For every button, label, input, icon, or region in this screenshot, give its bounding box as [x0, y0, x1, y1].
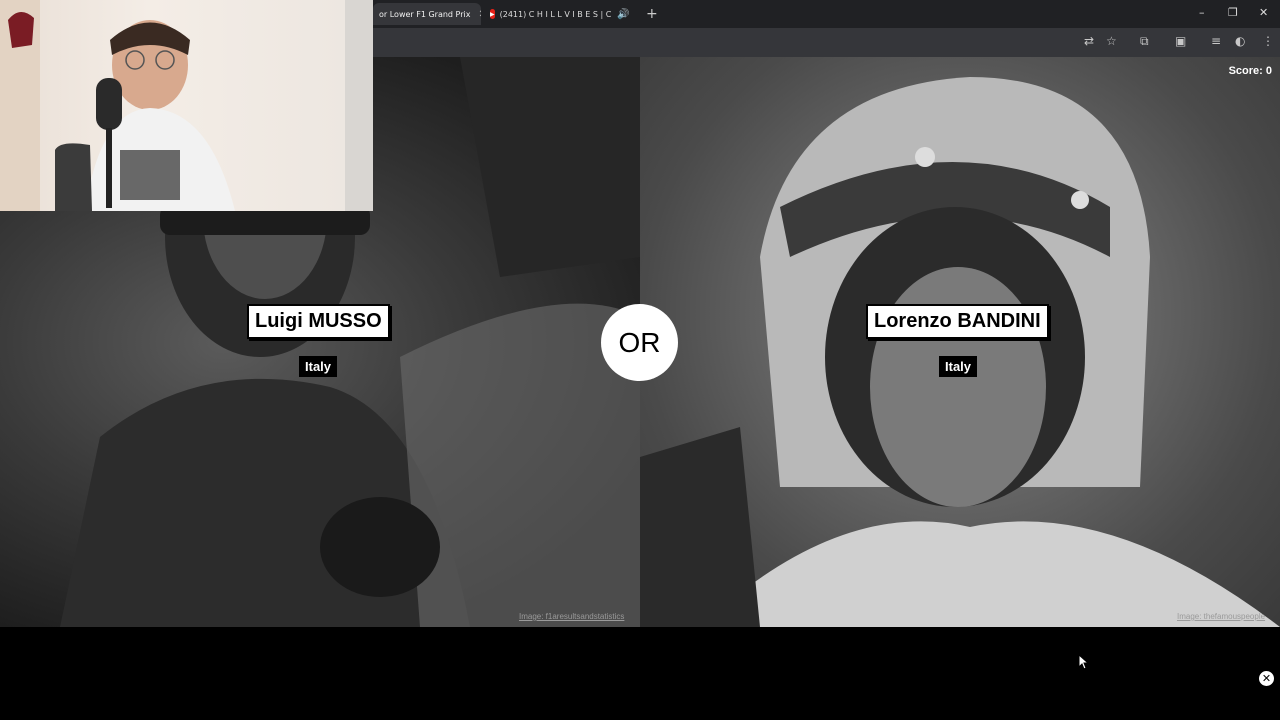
mouse-cursor-icon — [1078, 654, 1088, 670]
minimize-button[interactable]: – — [1199, 6, 1205, 19]
tab-close-icon[interactable]: ✕ — [478, 9, 481, 20]
speaker-icon[interactable]: 🔊 — [617, 9, 629, 20]
right-driver-country: Italy — [939, 356, 978, 377]
tab-chillvibes[interactable]: ▶ (2411) C H I L L V I B E S | C 🔊 ✕ — [484, 3, 639, 25]
right-driver-name: Lorenzo BANDINI — [866, 304, 1049, 339]
webcam-overlay — [0, 0, 373, 211]
right-driver-card[interactable]: Lorenzo BANDINI Italy Image: thefamouspe… — [640, 57, 1280, 627]
tab-close-icon[interactable]: ✕ — [638, 9, 639, 20]
left-image-credit[interactable]: Image: f1aresultsandstatistics — [519, 612, 624, 621]
media-control-icon[interactable]: ▣ — [1175, 34, 1186, 48]
or-badge: OR — [601, 304, 678, 381]
right-driver-photo — [640, 77, 1280, 627]
reading-list-icon[interactable]: ≡ — [1211, 34, 1221, 48]
close-window-button[interactable]: ✕ — [1259, 6, 1268, 19]
translate-icon[interactable]: ⇄ — [1084, 34, 1094, 48]
extensions-icon[interactable]: ⧉ — [1140, 34, 1149, 49]
tab-label: (2411) C H I L L V I B E S | C — [499, 9, 612, 19]
tab-f1-grand-prix[interactable]: or Lower F1 Grand Prix ✕ — [373, 3, 481, 25]
menu-icon[interactable]: ⋮ — [1262, 34, 1274, 48]
youtube-icon: ▶ — [490, 9, 495, 19]
bookmark-star-icon[interactable]: ☆ — [1106, 34, 1117, 48]
left-driver-country: Italy — [299, 356, 338, 377]
restore-button[interactable]: ❐ — [1228, 6, 1238, 19]
new-tab-button[interactable]: + — [646, 6, 658, 22]
tab-label: or Lower F1 Grand Prix — [379, 9, 471, 19]
left-driver-name: Luigi MUSSO — [247, 304, 390, 339]
right-image-credit[interactable]: Image: thefamouspeople — [1177, 612, 1265, 621]
close-icon[interactable]: ✕ — [1259, 671, 1274, 686]
score-display: Score: 0 — [1228, 65, 1272, 77]
profile-icon[interactable]: ◐ — [1235, 34, 1245, 48]
streamer-webcam-image — [0, 0, 373, 211]
